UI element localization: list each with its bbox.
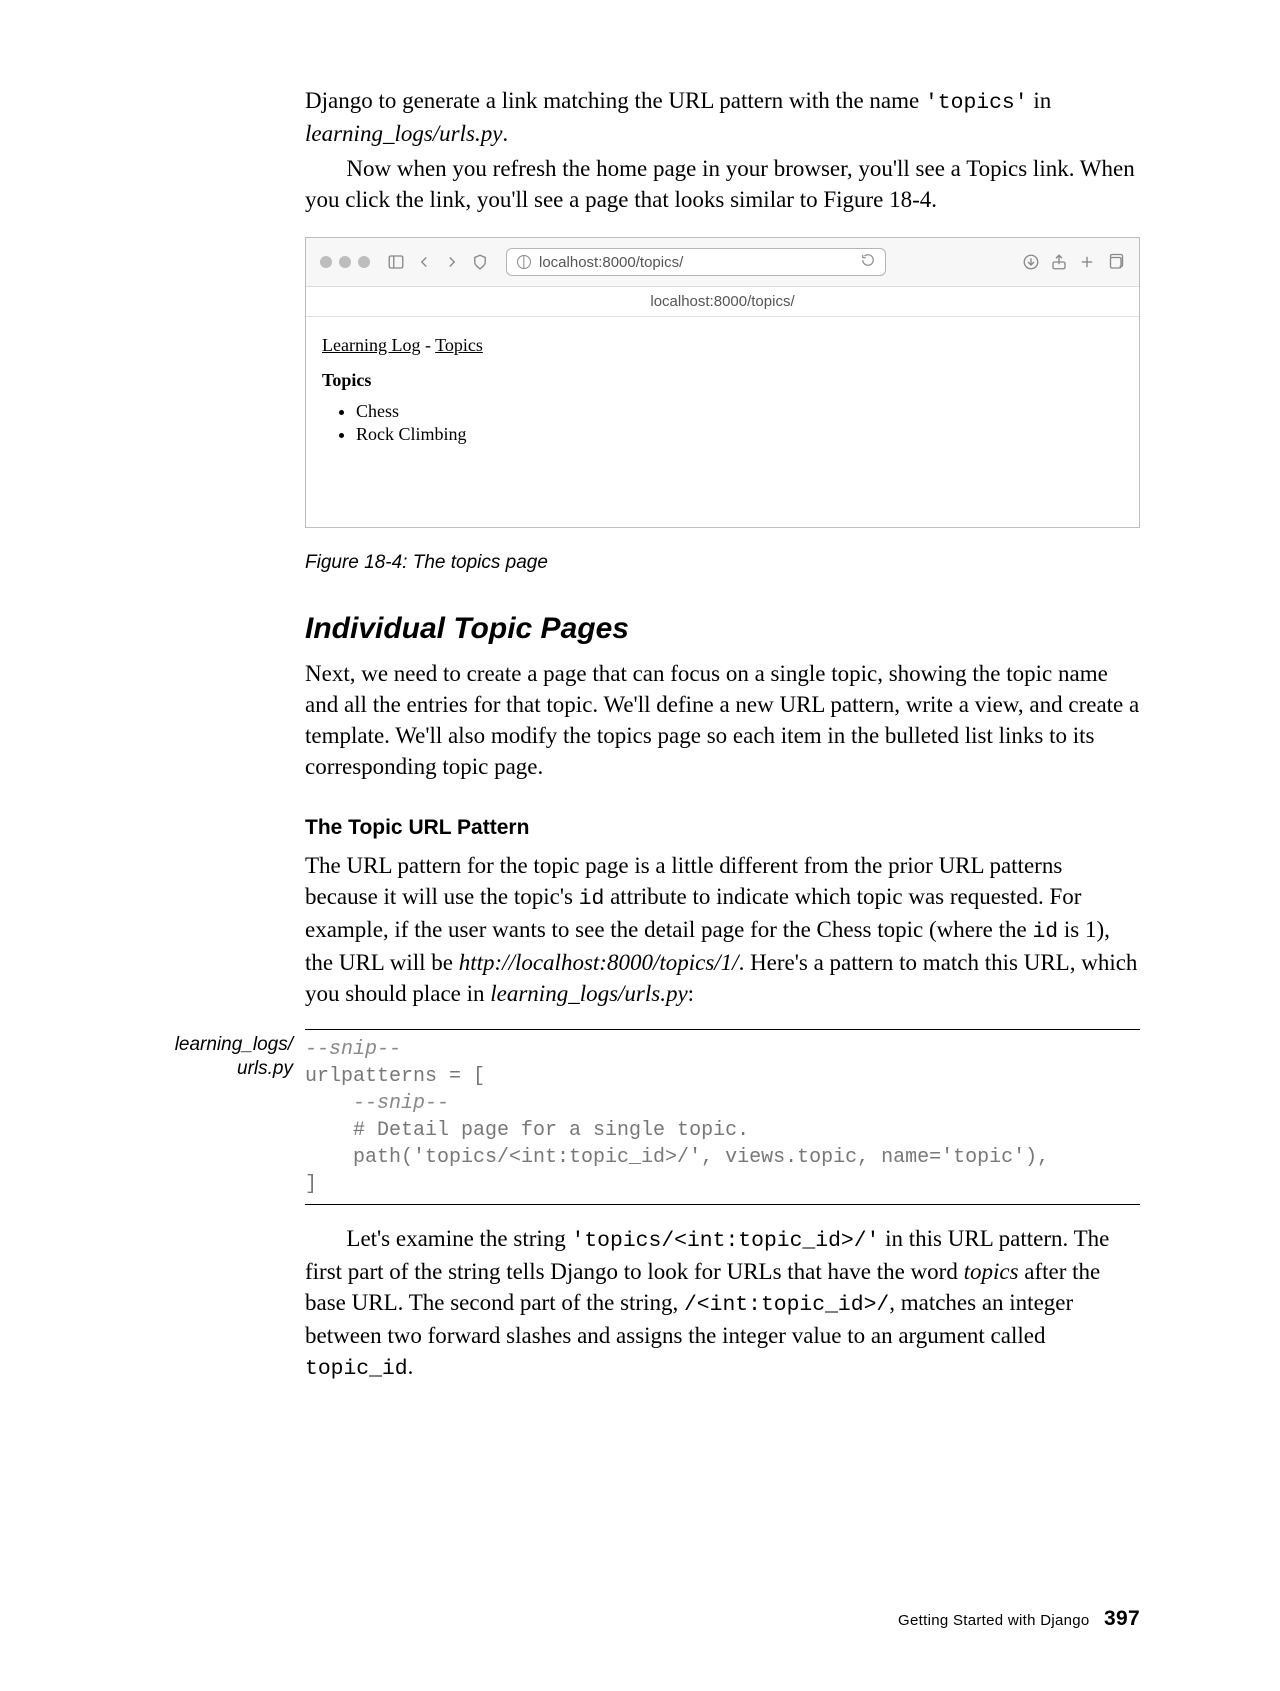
inline-code: id	[1032, 920, 1058, 944]
sidebar-toggle-icon[interactable]	[386, 252, 406, 272]
tabs-icon[interactable]	[1105, 252, 1125, 272]
tab-title: localhost:8000/topics/	[306, 287, 1139, 317]
section-para-2: The URL pattern for the topic page is a …	[305, 850, 1140, 1009]
rule	[305, 1029, 1140, 1030]
body-column: Django to generate a link matching the U…	[305, 85, 1140, 1384]
rule	[305, 1204, 1140, 1205]
window-controls[interactable]	[320, 256, 370, 268]
code-line: ]	[305, 1173, 317, 1196]
chapter-title: Getting Started with Django	[898, 1612, 1090, 1629]
text: in	[1028, 88, 1052, 113]
back-icon[interactable]	[414, 252, 434, 272]
shield-icon[interactable]	[470, 252, 490, 272]
browser-toolbar: localhost:8000/topics/	[306, 238, 1139, 287]
nav-sep: -	[420, 335, 435, 355]
nav-topics-link[interactable]: Topics	[435, 335, 483, 355]
list-item: Chess	[356, 401, 1123, 422]
minimize-icon[interactable]	[339, 256, 351, 268]
snip: --snip--	[305, 1092, 449, 1115]
download-icon[interactable]	[1021, 252, 1041, 272]
close-icon[interactable]	[320, 256, 332, 268]
share-icon[interactable]	[1049, 252, 1069, 272]
new-tab-icon[interactable]	[1077, 252, 1097, 272]
globe-icon	[517, 255, 531, 269]
text: .	[408, 1354, 414, 1379]
inline-code: topic_id	[305, 1357, 408, 1381]
url-text: localhost:8000/topics/	[539, 254, 683, 271]
page-footer: Getting Started with Django 397	[898, 1607, 1140, 1631]
filename: learning_logs/urls.py	[305, 121, 502, 146]
intro-para-1: Django to generate a link matching the U…	[305, 85, 1140, 149]
url-text: http://localhost:8000/topics/1/	[459, 950, 739, 975]
subsection-heading: The Topic URL Pattern	[305, 816, 1140, 840]
browser-viewport: Learning Log - Topics Topics Chess Rock …	[306, 317, 1139, 527]
text: .	[502, 121, 508, 146]
section-heading: Individual Topic Pages	[305, 612, 1140, 646]
topics-list: Chess Rock Climbing	[356, 401, 1123, 445]
emphasis: topics	[964, 1259, 1019, 1284]
inline-code: 'topics'	[925, 91, 1028, 115]
code-file-label: learning_logs/ urls.py	[123, 1033, 293, 1081]
site-nav: Learning Log - Topics	[322, 335, 1123, 356]
text: Django to generate a link matching the U…	[305, 88, 925, 113]
page-heading: Topics	[322, 370, 1123, 391]
address-bar[interactable]: localhost:8000/topics/	[506, 248, 886, 276]
list-item: Rock Climbing	[356, 424, 1123, 445]
reload-icon[interactable]	[861, 253, 875, 271]
text: :	[688, 981, 694, 1006]
intro-para-2: Now when you refresh the home page in yo…	[305, 153, 1140, 215]
forward-icon[interactable]	[442, 252, 462, 272]
section-para-1: Next, we need to create a page that can …	[305, 658, 1140, 782]
code-block: learning_logs/ urls.py --snip-- urlpatte…	[305, 1029, 1140, 1205]
filename: learning_logs/urls.py	[490, 981, 687, 1006]
code-line: # Detail page for a single topic.	[305, 1119, 749, 1142]
text: learning_logs/	[175, 1034, 293, 1055]
post-para: Let's examine the string 'topics/<int:to…	[305, 1223, 1140, 1384]
snip: --snip--	[305, 1038, 401, 1061]
inline-code: 'topics/<int:topic_id>/'	[572, 1229, 880, 1253]
browser-screenshot: localhost:8000/topics/	[305, 237, 1140, 528]
code-listing: --snip-- urlpatterns = [ --snip-- # Deta…	[305, 1036, 1140, 1198]
code-line: path('topics/<int:topic_id>/', views.top…	[305, 1146, 1049, 1169]
code-line: urlpatterns = [	[305, 1065, 485, 1088]
text: urls.py	[237, 1058, 293, 1079]
page-number: 397	[1104, 1607, 1140, 1630]
inline-code: /<int:topic_id>/	[684, 1293, 889, 1317]
maximize-icon[interactable]	[358, 256, 370, 268]
page: Django to generate a link matching the U…	[0, 0, 1280, 1691]
nav-home-link[interactable]: Learning Log	[322, 335, 420, 355]
inline-code: id	[579, 887, 605, 911]
figure-caption: Figure 18-4: The topics page	[305, 552, 1140, 574]
text: Let's examine the string	[346, 1226, 571, 1251]
